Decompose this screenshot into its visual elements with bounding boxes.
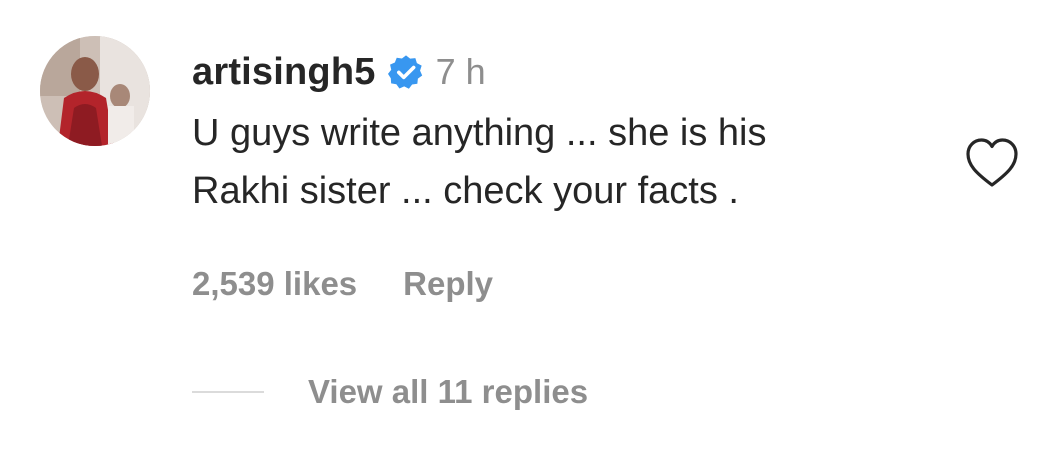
comment-text-line: U guys write anything ... she is his — [192, 112, 767, 154]
verified-badge-icon — [387, 54, 424, 90]
comment-text-line: Rakhi sister ... check your facts . — [192, 170, 739, 212]
comment-header: artisingh5 7 h — [192, 46, 486, 98]
username-link[interactable]: artisingh5 — [192, 51, 376, 94]
comment-text: U guys write anything ... she is his Rak… — [192, 104, 932, 220]
comment-item: artisingh5 7 h U guys write anything ...… — [0, 0, 1058, 455]
comment-meta: 2,539 likes Reply — [192, 262, 493, 306]
likes-count[interactable]: 2,539 likes — [192, 265, 357, 303]
avatar-image — [40, 36, 150, 146]
reply-button[interactable]: Reply — [403, 265, 493, 303]
replies-divider — [192, 391, 264, 393]
view-replies-label: View all 11 replies — [308, 373, 589, 410]
comment-timestamp[interactable]: 7 h — [436, 51, 486, 93]
heart-outline-icon[interactable] — [964, 136, 1020, 190]
avatar[interactable] — [40, 36, 150, 146]
view-replies-button[interactable]: View all 11 replies — [192, 370, 588, 414]
